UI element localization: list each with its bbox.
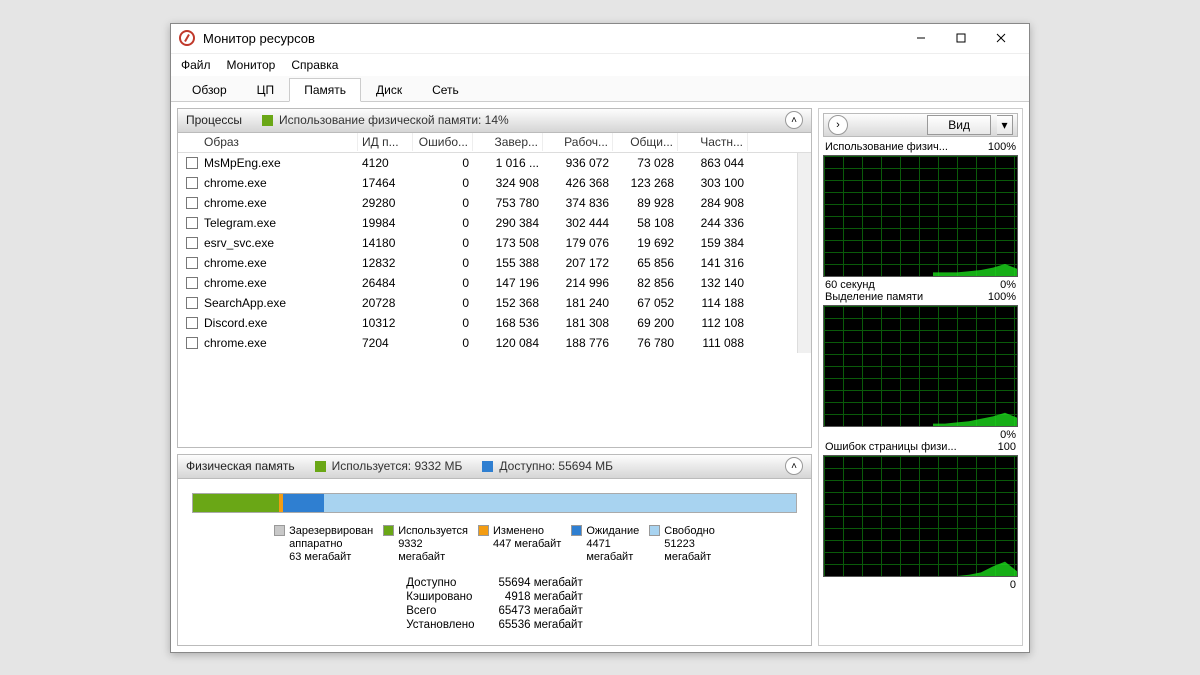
minimize-button[interactable] (901, 24, 941, 52)
legend-item: Ожидание4471мегабайт (571, 525, 639, 565)
processes-title: Процессы (186, 113, 242, 127)
tabs: Обзор ЦП Память Диск Сеть (171, 76, 1029, 102)
chart-xlabel: 60 секунд (825, 279, 875, 291)
row-checkbox[interactable] (186, 257, 198, 269)
mem-usage-icon (262, 115, 273, 126)
memory-title: Физическая память (186, 459, 295, 473)
table-row[interactable]: esrv_svc.exe 141800173 508 179 07619 692… (178, 233, 797, 253)
meminfo-label: Всего (400, 605, 480, 617)
chart-block: Выделение памяти 100% 0% (823, 291, 1018, 441)
used-icon (315, 461, 326, 472)
menu-file[interactable]: Файл (181, 58, 211, 72)
col-faults: Ошибо... (413, 133, 473, 151)
row-checkbox[interactable] (186, 297, 198, 309)
tab-cpu[interactable]: ЦП (242, 78, 290, 102)
col-shared: Общи... (613, 133, 678, 151)
chart-title: Ошибок страницы физи... (825, 441, 957, 453)
app-window: Монитор ресурсов Файл Монитор Справка Об… (170, 23, 1030, 653)
titlebar: Монитор ресурсов (171, 24, 1029, 54)
close-button[interactable] (981, 24, 1021, 52)
charts-column: › Вид ▾ Использование физич... 100% 60 се… (818, 108, 1023, 646)
memory-used: Используется: 9332 МБ (332, 459, 463, 473)
col-private: Частн... (678, 133, 748, 151)
row-checkbox[interactable] (186, 337, 198, 349)
physical-memory-panel: Физическая память Используется: 9332 МБ … (177, 454, 812, 646)
expand-charts-button[interactable]: › (828, 115, 848, 135)
chart-canvas (823, 155, 1018, 277)
window-title: Монитор ресурсов (203, 31, 315, 46)
meminfo-value: 65536 мегабайт (483, 619, 589, 631)
meminfo-label: Кэшировано (400, 591, 480, 603)
row-checkbox[interactable] (186, 197, 198, 209)
legend-item: Свободно51223мегабайт (649, 525, 715, 565)
collapse-memory-button[interactable]: ˄ (785, 457, 803, 475)
menu-monitor[interactable]: Монитор (227, 58, 276, 72)
legend-item: Зарезервированаппаратно63 мегабайт (274, 525, 373, 565)
meminfo-value: 4918 мегабайт (483, 591, 589, 603)
table-row[interactable]: Discord.exe 103120168 536 181 30869 2001… (178, 313, 797, 333)
row-checkbox[interactable] (186, 317, 198, 329)
tab-overview[interactable]: Обзор (177, 78, 242, 102)
table-row[interactable]: MsMpEng.exe 412001 016 ... 936 07273 028… (178, 153, 797, 173)
col-pid: ИД п... (358, 133, 413, 151)
table-row[interactable]: SearchApp.exe 207280152 368 181 24067 05… (178, 293, 797, 313)
charts-toolbar: › Вид ▾ (823, 113, 1018, 137)
process-table-header[interactable]: Образ ИД п... Ошибо... Завер... Рабоч...… (178, 133, 811, 153)
chart-max: 100% (988, 141, 1016, 153)
meminfo-value: 55694 мегабайт (483, 577, 589, 589)
processes-stat: Использование физической памяти: 14% (279, 113, 509, 127)
collapse-processes-button[interactable]: ˄ (785, 111, 803, 129)
avail-icon (482, 461, 493, 472)
col-commit: Завер... (473, 133, 543, 151)
memory-available: Доступно: 55694 МБ (499, 459, 613, 473)
table-row[interactable]: chrome.exe 264840147 196 214 99682 85613… (178, 273, 797, 293)
legend-item: Используется9332мегабайт (383, 525, 468, 565)
tab-disk[interactable]: Диск (361, 78, 417, 102)
tab-memory[interactable]: Память (289, 78, 361, 102)
chart-canvas (823, 455, 1018, 577)
chart-min: 0% (1000, 279, 1016, 291)
table-row[interactable]: Telegram.exe 199840290 384 302 44458 108… (178, 213, 797, 233)
chart-min: 0 (1010, 579, 1016, 591)
maximize-button[interactable] (941, 24, 981, 52)
row-checkbox[interactable] (186, 217, 198, 229)
menu-help[interactable]: Справка (291, 58, 338, 72)
meminfo-label: Доступно (400, 577, 480, 589)
meminfo-value: 65473 мегабайт (483, 605, 589, 617)
chart-title: Выделение памяти (825, 291, 923, 303)
table-row[interactable]: chrome.exe 292800753 780 374 83689 92828… (178, 193, 797, 213)
chart-canvas (823, 305, 1018, 427)
chart-max: 100 (998, 441, 1016, 453)
scrollbar[interactable] (797, 153, 811, 353)
chart-block: Использование физич... 100% 60 секунд 0% (823, 141, 1018, 291)
row-checkbox[interactable] (186, 157, 198, 169)
menubar: Файл Монитор Справка (171, 54, 1029, 76)
row-checkbox[interactable] (186, 277, 198, 289)
table-row[interactable]: chrome.exe 174640324 908 426 368123 2683… (178, 173, 797, 193)
processes-panel: Процессы Использование физической памяти… (177, 108, 812, 448)
chart-block: Ошибок страницы физи... 100 0 (823, 441, 1018, 591)
memory-bar (192, 493, 797, 513)
row-checkbox[interactable] (186, 177, 198, 189)
chart-min: 0% (1000, 429, 1016, 441)
memory-legend: Зарезервированаппаратно63 мегабайтИсполь… (192, 525, 797, 565)
table-row[interactable]: chrome.exe 128320155 388 207 17265 85614… (178, 253, 797, 273)
view-button[interactable]: Вид (927, 115, 991, 135)
chart-title: Использование физич... (825, 141, 948, 153)
col-image: Образ (204, 135, 239, 149)
view-dropdown-button[interactable]: ▾ (997, 115, 1013, 135)
app-icon (179, 30, 195, 46)
row-checkbox[interactable] (186, 237, 198, 249)
col-working: Рабоч... (543, 133, 613, 151)
table-row[interactable]: chrome.exe 72040120 084 188 77676 780111… (178, 333, 797, 353)
meminfo-label: Установлено (400, 619, 480, 631)
tab-network[interactable]: Сеть (417, 78, 474, 102)
legend-item: Изменено447 мегабайт (478, 525, 561, 565)
chart-max: 100% (988, 291, 1016, 303)
memory-info: Доступно55694 мегабайтКэшировано4918 мег… (192, 575, 797, 633)
